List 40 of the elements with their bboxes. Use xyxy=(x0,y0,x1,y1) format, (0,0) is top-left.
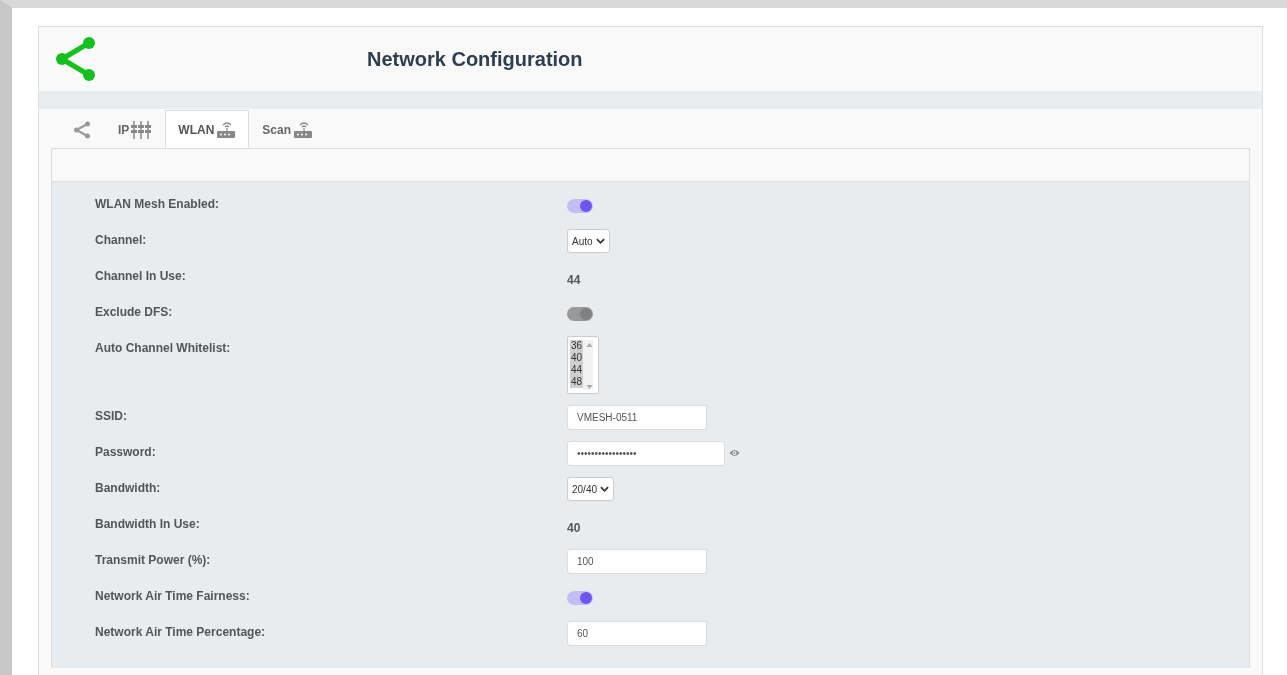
input-field[interactable]: ••••••••••••••••• xyxy=(567,440,725,466)
tab[interactable]: Scan xyxy=(249,110,327,148)
field-label: Network Air Time Percentage: xyxy=(95,624,267,639)
field-label: Network Air Time Fairness: xyxy=(95,588,251,603)
input-field[interactable]: VMESH-0511 xyxy=(567,404,707,430)
toggle-switch[interactable] xyxy=(567,591,593,605)
field-label: SSID: xyxy=(95,408,128,423)
router-icon xyxy=(216,119,237,140)
scroll-down-icon xyxy=(586,384,594,390)
toggle-switch[interactable] xyxy=(567,199,593,213)
ethernet-ports-icon xyxy=(131,119,153,140)
scroll-up-icon xyxy=(586,342,594,348)
share-icon xyxy=(72,119,92,140)
list-option[interactable]: 36 xyxy=(570,340,584,352)
tab[interactable]: WLAN xyxy=(165,110,250,148)
list-option[interactable]: 40 xyxy=(570,352,584,364)
field-label: Auto Channel Whitelist: xyxy=(95,340,232,355)
field-label: Bandwidth In Use: xyxy=(95,516,201,531)
eye-icon xyxy=(729,448,740,458)
dropdown[interactable]: 20/40 xyxy=(567,477,615,501)
field-label: Channel In Use: xyxy=(95,268,187,283)
field-label: Bandwidth: xyxy=(95,480,162,495)
page-title: Network Configuration xyxy=(367,47,583,71)
input-field[interactable]: 60 xyxy=(567,620,707,646)
field-value: 44 xyxy=(567,271,581,287)
list-box[interactable]: 36 40 44 48 xyxy=(567,336,599,394)
list-option[interactable]: 44 xyxy=(570,364,584,376)
chevron-down-icon xyxy=(595,237,605,245)
field-label: Exclude DFS: xyxy=(95,304,174,319)
router-icon xyxy=(293,119,314,140)
field-label: Transmit Power (%): xyxy=(95,552,212,567)
field-label: Channel: xyxy=(95,232,148,247)
field-label: Password: xyxy=(95,444,157,459)
list-option[interactable]: 48 xyxy=(570,376,584,388)
field-label: WLAN Mesh Enabled: xyxy=(95,196,220,211)
chevron-down-icon xyxy=(600,485,610,493)
tab[interactable]: IP xyxy=(105,110,166,148)
input-field[interactable]: 100 xyxy=(567,548,707,574)
dropdown[interactable]: Auto xyxy=(567,229,610,253)
field-value: 40 xyxy=(567,519,581,535)
